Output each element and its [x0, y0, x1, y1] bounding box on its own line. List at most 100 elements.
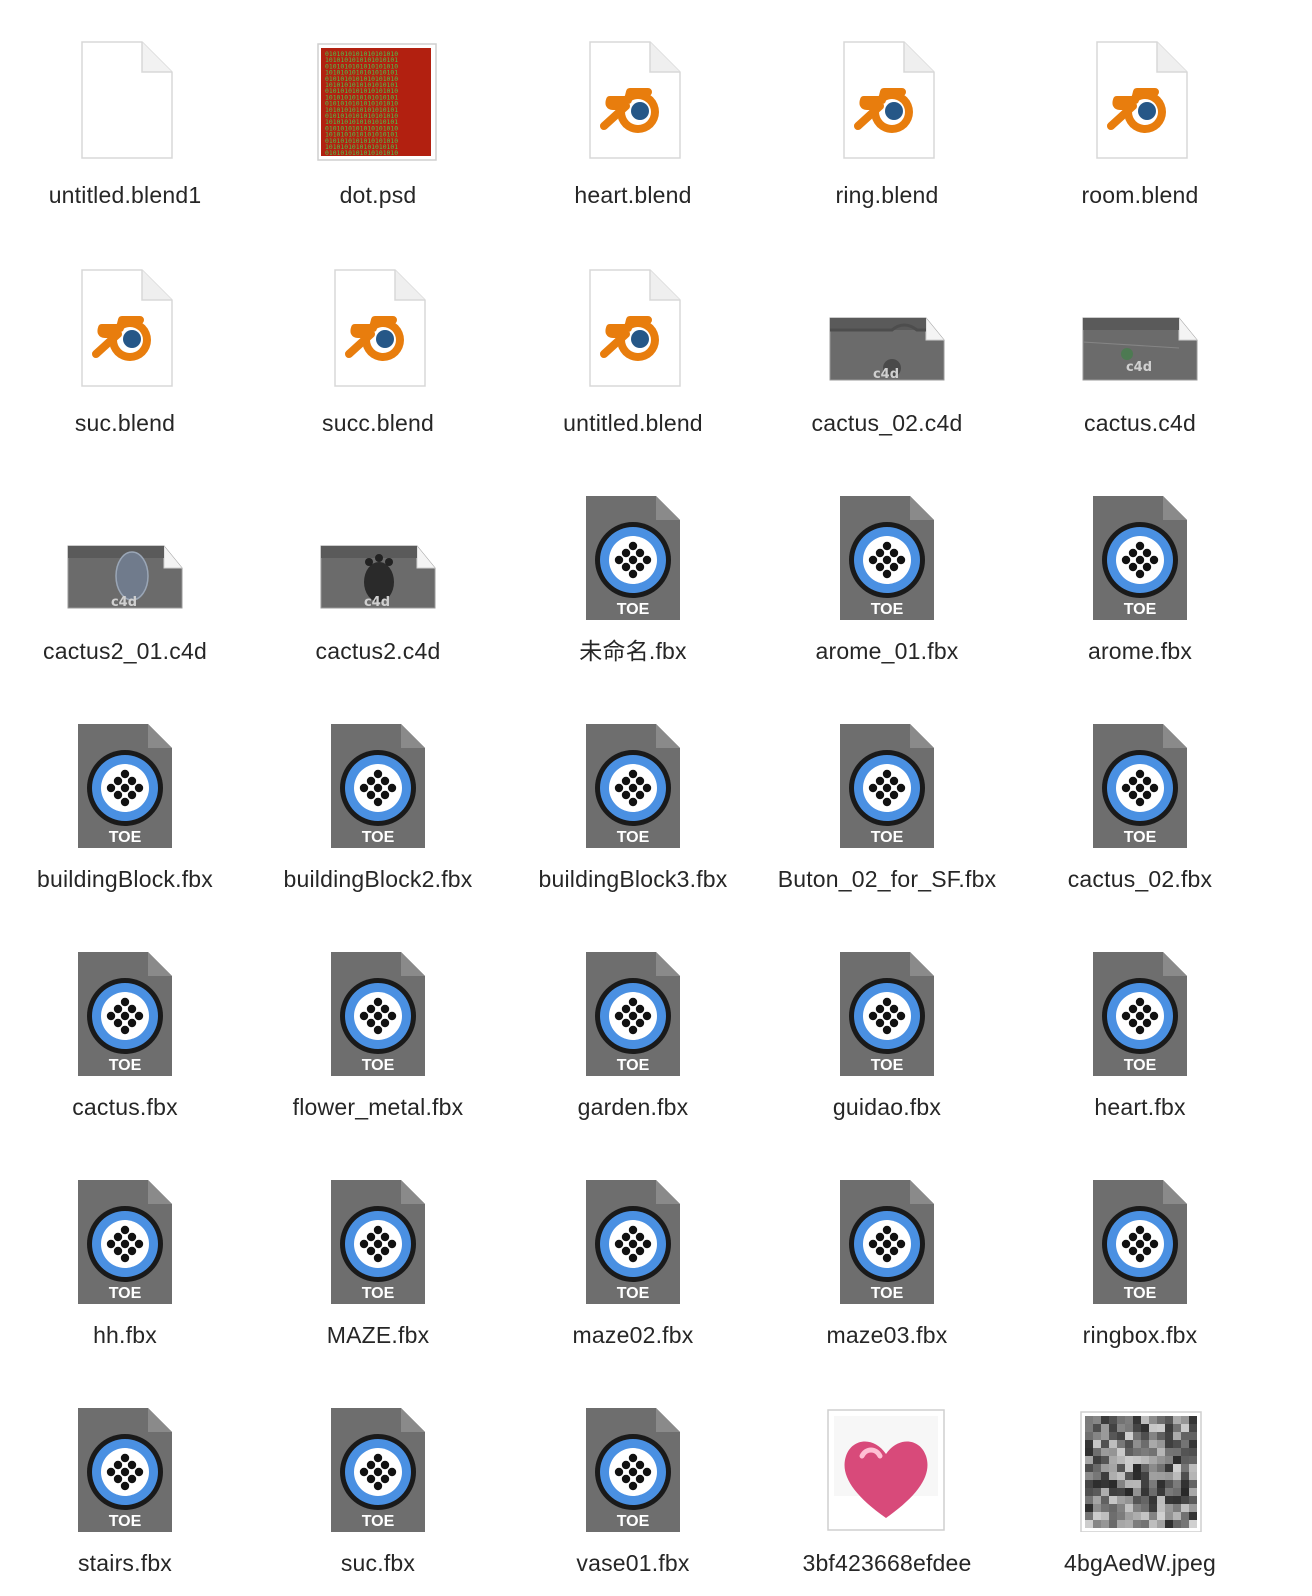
file-item[interactable]: TOE buildingBlock2.fbx [263, 684, 493, 912]
toe-badge: TOE [362, 1513, 395, 1530]
file-name-label: ring.blend [835, 182, 939, 208]
toe-file-icon[interactable]: TOE [313, 1180, 443, 1304]
file-name-label: maze02.fbx [572, 1322, 694, 1348]
file-item[interactable]: untitled.blend1 [10, 0, 240, 228]
toe-file-icon[interactable]: TOE [568, 1180, 698, 1304]
file-name-label: buildingBlock.fbx [36, 866, 213, 892]
file-name-label: stairs.fbx [77, 1550, 173, 1576]
file-name-label: untitled.blend [563, 410, 703, 436]
file-name-label: MAZE.fbx [326, 1322, 430, 1348]
file-item[interactable]: TOE hh.fbx [10, 1140, 240, 1368]
toe-file-icon[interactable]: TOE [1075, 1180, 1205, 1304]
file-item[interactable]: 0101010101010101010 1010101010101010101 01… [263, 0, 493, 228]
c4d-thumbnail-icon[interactable]: c4d [313, 496, 443, 620]
file-item[interactable]: TOE guidao.fbx [772, 912, 1002, 1140]
blender-file-icon[interactable] [822, 40, 952, 164]
file-name-label: 3bf423668efdee [802, 1550, 972, 1576]
file-item[interactable]: TOE buildingBlock.fbx [10, 684, 240, 912]
c4d-badge: c4d [364, 595, 390, 610]
file-item[interactable]: succ.blend [263, 228, 493, 456]
file-item[interactable]: TOE vase01.fbx [518, 1368, 748, 1596]
file-item[interactable]: c4d cactus_02.c4d [772, 228, 1002, 456]
toe-file-icon[interactable]: TOE [822, 1180, 952, 1304]
file-item[interactable]: TOE maze03.fbx [772, 1140, 1002, 1368]
c4d-badge: c4d [111, 595, 137, 610]
file-name-label: succ.blend [322, 410, 434, 436]
toe-file-icon[interactable]: TOE [568, 496, 698, 620]
file-name-label: 4bgAedW.jpeg [1063, 1550, 1216, 1576]
toe-file-icon[interactable]: TOE [313, 724, 443, 848]
noise-image-thumbnail-icon[interactable] [1075, 1408, 1205, 1532]
file-item[interactable]: TOE flower_metal.fbx [263, 912, 493, 1140]
heart-image-thumbnail-icon[interactable] [822, 1408, 952, 1532]
blender-file-icon[interactable] [568, 40, 698, 164]
file-item[interactable]: TOE cactus.fbx [10, 912, 240, 1140]
file-item[interactable]: 3bf423668efdee [772, 1368, 1002, 1596]
file-name-label: room.blend [1081, 182, 1199, 208]
file-item[interactable]: c4d cactus.c4d [1025, 228, 1255, 456]
file-item[interactable]: c4d cactus2_01.c4d [10, 456, 240, 684]
c4d-thumbnail-icon[interactable]: c4d [60, 496, 190, 620]
toe-badge: TOE [1124, 1285, 1157, 1302]
toe-badge: TOE [1124, 829, 1157, 846]
file-item[interactable]: TOE heart.fbx [1025, 912, 1255, 1140]
file-name-label: buildingBlock3.fbx [538, 866, 728, 892]
file-name-label: cactus2_01.c4d [43, 638, 207, 664]
file-item[interactable]: TOE 未命名.fbx [518, 456, 748, 684]
toe-file-icon[interactable]: TOE [60, 724, 190, 848]
c4d-thumbnail-icon[interactable]: c4d [1075, 268, 1205, 392]
toe-file-icon[interactable]: TOE [1075, 724, 1205, 848]
file-item[interactable]: TOE arome_01.fbx [772, 456, 1002, 684]
toe-file-icon[interactable]: TOE [568, 952, 698, 1076]
toe-file-icon[interactable]: TOE [313, 952, 443, 1076]
file-item[interactable]: heart.blend [518, 0, 748, 228]
toe-badge: TOE [617, 1057, 650, 1074]
toe-badge: TOE [871, 601, 904, 618]
toe-file-icon[interactable]: TOE [568, 1408, 698, 1532]
file-item[interactable]: TOE arome.fbx [1025, 456, 1255, 684]
file-item[interactable]: TOE MAZE.fbx [263, 1140, 493, 1368]
c4d-thumbnail-icon[interactable]: c4d [822, 268, 952, 392]
toe-file-icon[interactable]: TOE [60, 952, 190, 1076]
psd-thumbnail-icon[interactable]: 0101010101010101010 1010101010101010101 01… [313, 40, 443, 164]
file-item[interactable]: TOE maze02.fbx [518, 1140, 748, 1368]
toe-badge: TOE [617, 1513, 650, 1530]
toe-file-icon[interactable]: TOE [1075, 496, 1205, 620]
blender-file-icon[interactable] [1075, 40, 1205, 164]
file-name-label: dot.psd [339, 182, 417, 208]
file-item[interactable]: room.blend [1025, 0, 1255, 228]
toe-file-icon[interactable]: TOE [60, 1408, 190, 1532]
toe-file-icon[interactable]: TOE [60, 1180, 190, 1304]
blank-document-icon[interactable] [60, 40, 190, 164]
file-item[interactable]: TOE suc.fbx [263, 1368, 493, 1596]
toe-file-icon[interactable]: TOE [1075, 952, 1205, 1076]
file-name-label: cactus_02.c4d [811, 410, 963, 436]
toe-badge: TOE [617, 829, 650, 846]
blender-file-icon[interactable] [568, 268, 698, 392]
file-item[interactable]: TOE ringbox.fbx [1025, 1140, 1255, 1368]
file-item[interactable]: TOE garden.fbx [518, 912, 748, 1140]
file-name-label: garden.fbx [577, 1094, 689, 1120]
file-name-label: heart.fbx [1094, 1094, 1186, 1120]
toe-file-icon[interactable]: TOE [822, 952, 952, 1076]
file-item[interactable]: TOE cactus_02.fbx [1025, 684, 1255, 912]
toe-file-icon[interactable]: TOE [822, 724, 952, 848]
file-item[interactable]: untitled.blend [518, 228, 748, 456]
file-item[interactable]: TOE Buton_02_for_SF.fbx [772, 684, 1002, 912]
file-item[interactable]: suc.blend [10, 228, 240, 456]
blender-file-icon[interactable] [60, 268, 190, 392]
file-item[interactable]: ring.blend [772, 0, 1002, 228]
file-item[interactable]: TOE buildingBlock3.fbx [518, 684, 748, 912]
file-item[interactable]: 4bgAedW.jpeg [1025, 1368, 1255, 1596]
toe-file-icon[interactable]: TOE [822, 496, 952, 620]
file-name-label: 未命名.fbx [579, 638, 687, 664]
file-name-label: arome_01.fbx [815, 638, 959, 664]
toe-file-icon[interactable]: TOE [313, 1408, 443, 1532]
blender-file-icon[interactable] [313, 268, 443, 392]
file-item[interactable]: c4d cactus2.c4d [263, 456, 493, 684]
file-item[interactable]: TOE stairs.fbx [10, 1368, 240, 1596]
toe-file-icon[interactable]: TOE [568, 724, 698, 848]
file-name-label: suc.blend [74, 410, 176, 436]
toe-badge: TOE [362, 1285, 395, 1302]
toe-badge: TOE [109, 1057, 142, 1074]
